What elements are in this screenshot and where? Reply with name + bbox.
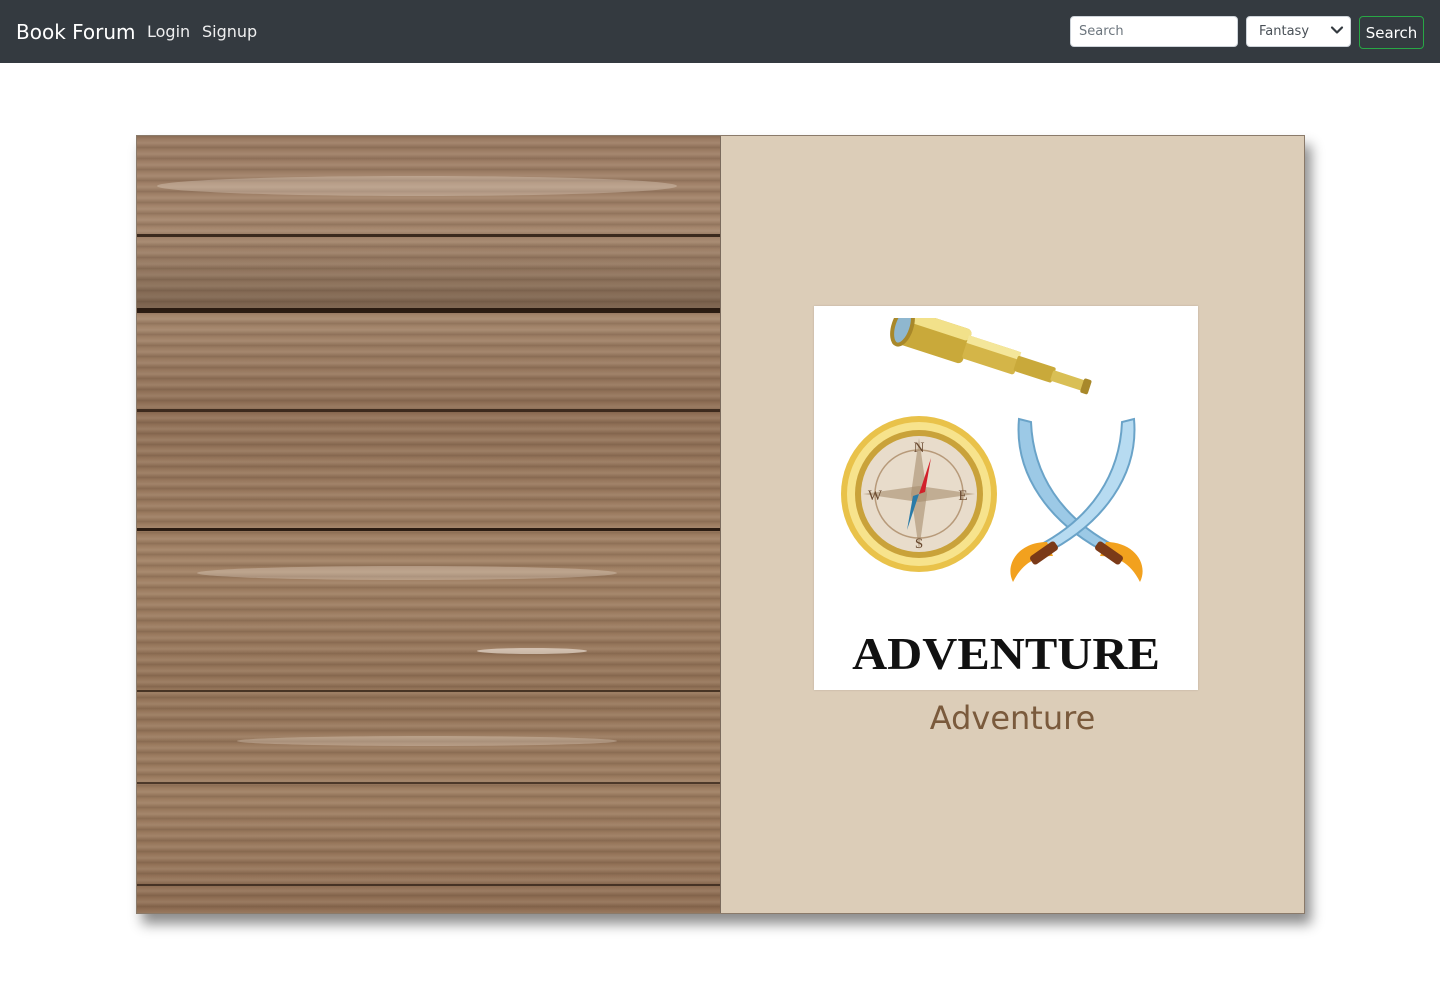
cover-image-text: ADVENTURE [852, 629, 1160, 679]
compass-e-letter: E [958, 488, 967, 504]
chevron-down-icon [1330, 26, 1344, 34]
top-navbar: Book Forum Login Signup Fantasy Search [0, 0, 1440, 63]
brand-link[interactable]: Book Forum [16, 20, 136, 44]
compass-icon: N E S W [841, 416, 997, 572]
book-right-page: N E S W ADVENTURE Adventure [721, 136, 1304, 913]
genre-select[interactable]: Fantasy [1246, 16, 1351, 47]
search-button[interactable]: Search [1359, 16, 1424, 49]
nav-login-link[interactable]: Login [147, 22, 190, 42]
compass-n-letter: N [914, 440, 925, 456]
genre-title: Adventure [929, 699, 1096, 737]
compass-s-letter: S [915, 536, 923, 552]
crossed-swords-icon [1010, 417, 1143, 582]
genre-select-value: Fantasy [1259, 24, 1310, 39]
book-left-page [137, 136, 721, 913]
genre-cover-image[interactable]: N E S W ADVENTURE [814, 306, 1198, 690]
telescope-icon [890, 318, 1092, 395]
search-input[interactable] [1070, 16, 1238, 47]
compass-w-letter: W [868, 488, 883, 504]
nav-signup-link[interactable]: Signup [202, 22, 257, 42]
open-book: N E S W ADVENTURE Adventure [136, 135, 1305, 914]
